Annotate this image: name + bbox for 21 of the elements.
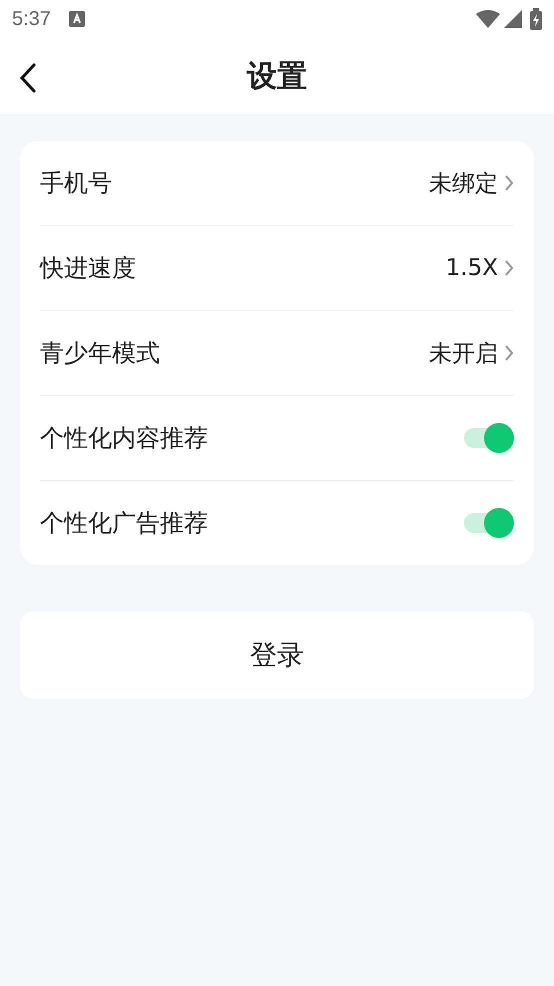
signal-icon (504, 10, 522, 28)
status-time: 5:37 (12, 8, 51, 30)
chevron-icon[interactable] (504, 344, 514, 362)
page-title: 设置 (247, 58, 307, 96)
battery-icon (530, 8, 542, 30)
toggle-switch[interactable] (462, 508, 514, 538)
setting-label: 手机号 (40, 168, 113, 199)
login-button[interactable]: 登录 (20, 611, 534, 699)
back-icon[interactable] (18, 62, 38, 94)
toggle-switch[interactable] (462, 423, 514, 453)
wifi-icon (476, 10, 500, 28)
chevron-icon[interactable] (504, 174, 514, 192)
setting-value: 1.5X (446, 255, 498, 281)
setting-value: 未绑定 (429, 170, 498, 198)
chevron-icon[interactable] (504, 259, 514, 277)
setting-label: 快进速度 (40, 253, 137, 284)
setting-label: 个性化内容推荐 (40, 423, 209, 454)
keyboard-icon (68, 11, 85, 27)
setting-value: 未开启 (429, 340, 498, 368)
setting-label: 青少年模式 (40, 338, 161, 369)
setting-label: 个性化广告推荐 (40, 508, 209, 539)
